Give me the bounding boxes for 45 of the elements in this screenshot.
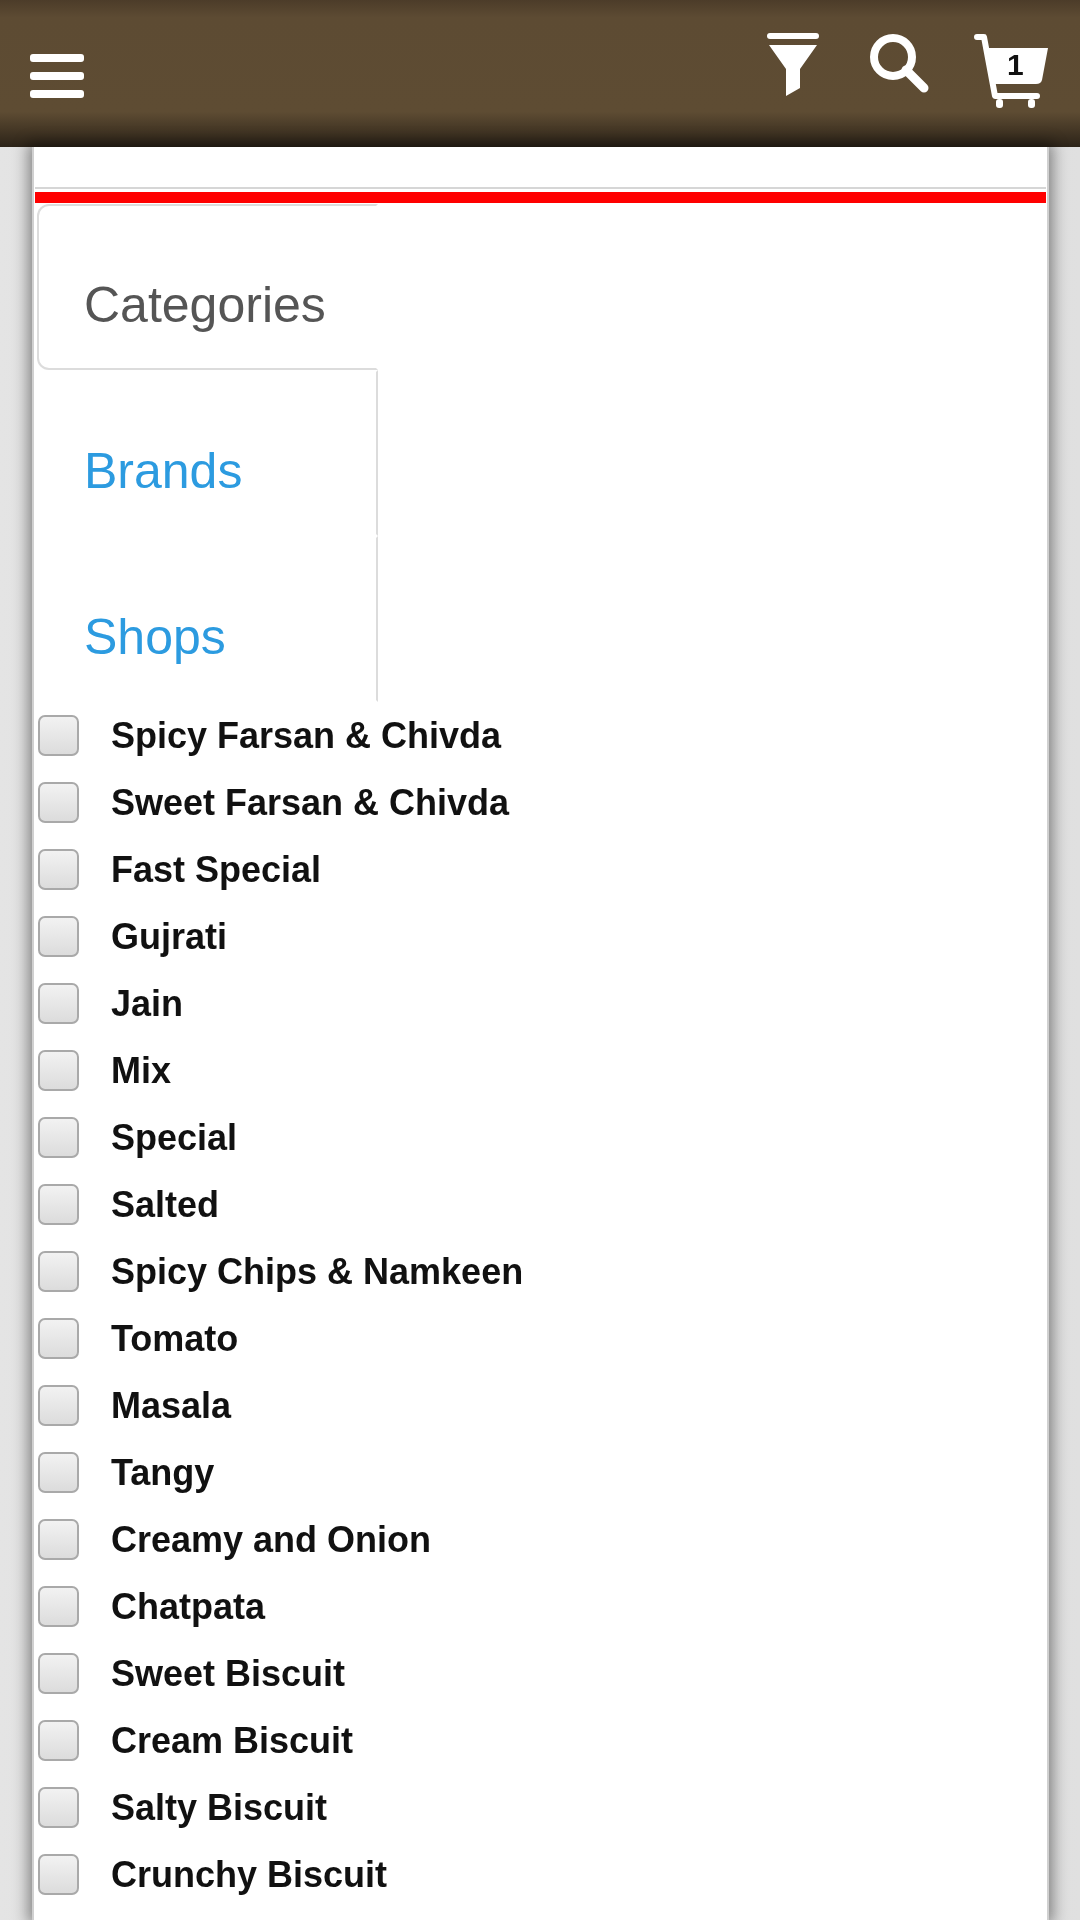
filter-icon (767, 33, 819, 96)
option-label[interactable]: Crunchy Biscuit (111, 1853, 388, 1896)
cart-icon (974, 33, 1050, 110)
filter-tab[interactable]: Categories (37, 204, 378, 370)
option-label[interactable]: Chatpata (111, 1585, 266, 1628)
checkbox[interactable] (38, 1720, 79, 1761)
checkbox[interactable] (38, 1586, 79, 1627)
checkbox[interactable] (38, 1854, 79, 1895)
option-label[interactable]: Salty Biscuit (111, 1786, 328, 1829)
checkbox[interactable] (38, 1117, 79, 1158)
option-label[interactable]: Sweet Farsan & Chivda (111, 781, 510, 824)
menu-icon (30, 54, 84, 98)
checkbox[interactable] (38, 1452, 79, 1493)
checkbox[interactable] (38, 1385, 79, 1426)
checkbox[interactable] (38, 1787, 79, 1828)
option-label[interactable]: Jain (111, 982, 184, 1025)
option-label[interactable]: Gujrati (111, 915, 227, 958)
search-button[interactable] (869, 33, 929, 93)
option-label[interactable]: Special (111, 1116, 238, 1159)
checkbox[interactable] (38, 1519, 79, 1560)
option-label[interactable]: Masala (111, 1384, 232, 1427)
filter-button[interactable] (767, 33, 819, 96)
menu-button[interactable] (30, 54, 84, 98)
checkbox[interactable] (38, 1184, 79, 1225)
option-label[interactable]: Tangy (111, 1451, 215, 1494)
search-icon (869, 33, 929, 93)
option-label[interactable]: Mix (111, 1049, 171, 1092)
option-label[interactable]: Sweet Biscuit (111, 1652, 346, 1695)
cart-button[interactable]: 1 (974, 33, 1050, 110)
checkbox[interactable] (38, 849, 79, 890)
checkbox[interactable] (38, 1251, 79, 1292)
option-label[interactable]: Spicy Chips & Namkeen (111, 1250, 524, 1293)
checkbox[interactable] (38, 983, 79, 1024)
option-label[interactable]: Salted (111, 1183, 220, 1226)
option-label[interactable]: Creamy and Onion (111, 1518, 432, 1561)
option-label[interactable]: Tomato (111, 1317, 239, 1360)
checkbox[interactable] (38, 715, 79, 756)
option-label[interactable]: Cream Biscuit (111, 1719, 354, 1762)
option-label[interactable]: Spicy Farsan & Chivda (111, 714, 502, 757)
checkbox[interactable] (38, 1653, 79, 1694)
checkbox[interactable] (38, 1050, 79, 1091)
checkbox[interactable] (38, 1318, 79, 1359)
option-label[interactable]: Fast Special (111, 848, 322, 891)
checkbox[interactable] (38, 916, 79, 957)
checkbox[interactable] (38, 782, 79, 823)
